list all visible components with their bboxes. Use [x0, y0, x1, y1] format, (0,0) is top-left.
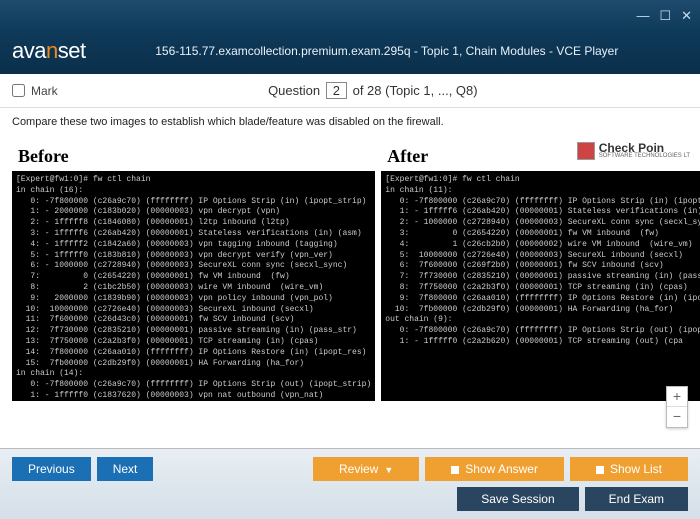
show-answer-button[interactable]: Show Answer [425, 457, 564, 481]
window-controls: — ☐ ✕ [636, 8, 692, 24]
image-compare: Before [Expert@fw1:0]# fw ctl chain in c… [12, 140, 688, 401]
window-title: 156-115.77.examcollection.premium.exam.2… [86, 44, 688, 58]
close-icon[interactable]: ✕ [681, 8, 692, 24]
show-list-button[interactable]: Show List [570, 457, 688, 481]
minimize-icon[interactable]: — [636, 8, 649, 24]
maximize-icon[interactable]: ☐ [659, 8, 671, 24]
question-bar: Mark Question 2 of 28 (Topic 1, ..., Q8) [0, 74, 700, 108]
mark-checkbox[interactable]: Mark [12, 84, 58, 98]
zoom-in-button[interactable]: + [667, 387, 687, 407]
question-info: Question 2 of 28 (Topic 1, ..., Q8) [58, 82, 688, 99]
square-icon [596, 466, 604, 474]
square-icon [451, 466, 459, 474]
header: avanset 156-115.77.examcollection.premiu… [0, 32, 700, 74]
chevron-down-icon: ▼ [384, 465, 393, 475]
end-exam-button[interactable]: End Exam [585, 487, 688, 511]
previous-button[interactable]: Previous [12, 457, 91, 481]
question-text: Compare these two images to establish wh… [12, 116, 688, 128]
after-terminal: [Expert@fw1:0]# fw ctl chain in chain (1… [381, 171, 700, 401]
next-button[interactable]: Next [97, 457, 154, 481]
footer: Previous Next Review ▼ Show Answer Show L… [0, 448, 700, 519]
titlebar: — ☐ ✕ [0, 0, 700, 32]
question-number[interactable]: 2 [326, 82, 347, 99]
mark-label: Mark [31, 84, 58, 98]
review-button[interactable]: Review ▼ [313, 457, 419, 481]
footer-row-1: Previous Next Review ▼ Show Answer Show L… [12, 457, 688, 481]
question-total: of 28 (Topic 1, ..., Q8) [353, 83, 478, 98]
logo-mid: n [46, 38, 58, 63]
show-answer-label: Show Answer [465, 462, 538, 476]
footer-row-2: Save Session End Exam [12, 487, 688, 511]
content-area: Compare these two images to establish wh… [0, 108, 700, 448]
question-label: Question [268, 83, 320, 98]
logo-pre: ava [12, 38, 46, 63]
mark-input[interactable] [12, 84, 25, 97]
review-label: Review [339, 462, 378, 476]
save-session-button[interactable]: Save Session [457, 487, 578, 511]
after-col: After [Expert@fw1:0]# fw ctl chain in ch… [381, 140, 700, 401]
zoom-out-button[interactable]: − [667, 407, 687, 427]
before-terminal: [Expert@fw1:0]# fw ctl chain in chain (1… [12, 171, 375, 401]
after-heading: After [387, 146, 700, 167]
show-list-label: Show List [610, 462, 662, 476]
logo-post: set [58, 38, 86, 63]
zoom-control: + − [666, 386, 688, 428]
logo: avanset [12, 38, 86, 64]
before-col: Before [Expert@fw1:0]# fw ctl chain in c… [12, 140, 375, 401]
before-heading: Before [18, 146, 375, 167]
